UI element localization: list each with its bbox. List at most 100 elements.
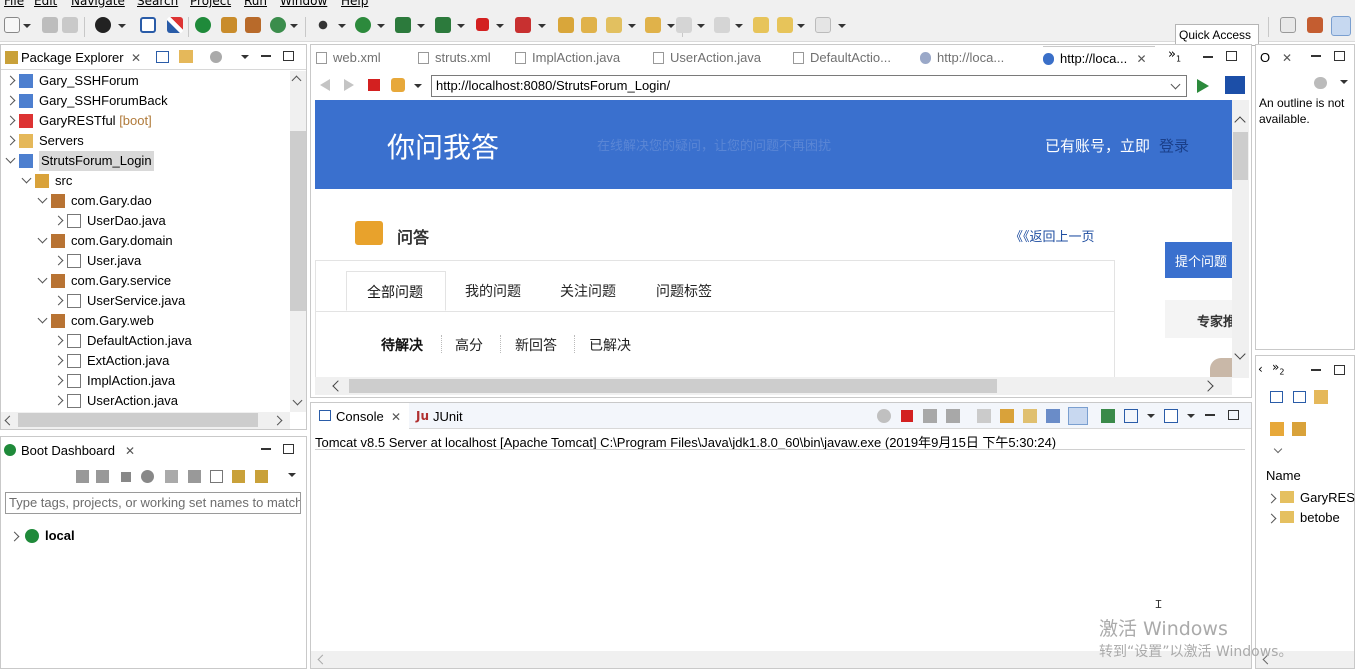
scroll-up-icon[interactable]	[291, 75, 302, 86]
editor-tab[interactable]: http://loca...	[920, 46, 1032, 70]
collapse-icon[interactable]	[21, 173, 32, 184]
expand-icon[interactable]	[5, 115, 16, 126]
debug-icon[interactable]	[315, 17, 331, 33]
stop-dropdown-icon[interactable]	[496, 24, 504, 28]
console-tab[interactable]: Console ✕	[311, 403, 409, 429]
menu-help[interactable]: Help	[341, 0, 368, 8]
vertical-scrollbar[interactable]	[290, 71, 306, 412]
scroll-down-icon[interactable]	[292, 395, 303, 406]
forward-dropdown-icon[interactable]	[838, 24, 846, 28]
next-annotation-dropdown-icon[interactable]	[697, 24, 705, 28]
tree-item[interactable]: GaryRESTful [boot]	[1, 111, 289, 131]
pin-console-icon[interactable]	[1101, 409, 1115, 423]
prev-annotation-dropdown-icon[interactable]	[735, 24, 743, 28]
browser-forward-icon[interactable]	[344, 79, 354, 91]
junit-tab[interactable]: Ju JUnit	[414, 403, 474, 429]
link-editor-icon[interactable]	[179, 50, 193, 63]
display-dropdown-icon[interactable]	[1147, 414, 1155, 418]
expand-icon[interactable]	[53, 295, 64, 306]
back-icon[interactable]	[777, 17, 793, 33]
h-scroll-thumb[interactable]	[18, 413, 258, 427]
expand-icon[interactable]	[53, 215, 64, 226]
expand-icon[interactable]	[1266, 493, 1277, 504]
run-icon[interactable]	[355, 17, 371, 33]
tab-overflow-icon[interactable]: »1	[1168, 47, 1181, 64]
expand-icon[interactable]	[53, 375, 64, 386]
prev-annotation-icon[interactable]	[714, 17, 730, 33]
maximize-icon[interactable]	[283, 444, 294, 454]
tab-followed-questions[interactable]: 关注问题	[560, 281, 616, 301]
scroll-up-icon[interactable]	[1234, 116, 1246, 128]
boot-item-local[interactable]: local	[9, 527, 211, 547]
search-dropdown-icon[interactable]	[628, 24, 636, 28]
task-dropdown-icon[interactable]	[667, 24, 675, 28]
run-external-icon[interactable]	[395, 17, 411, 33]
new-icon[interactable]	[4, 17, 20, 33]
minimize-icon[interactable]	[1311, 55, 1321, 57]
collapse-all-icon[interactable]	[1293, 391, 1306, 403]
quick-access-input[interactable]: Quick Access	[1175, 24, 1259, 46]
expand-icon[interactable]	[53, 255, 64, 266]
minimize-icon[interactable]	[261, 55, 271, 57]
tab-all-questions[interactable]: 全部问题	[346, 271, 446, 311]
tab-my-questions[interactable]: 我的问题	[465, 281, 521, 301]
stop-server-icon[interactable]	[476, 18, 489, 31]
menu-window[interactable]: Window	[280, 0, 327, 8]
tree-item[interactable]: Servers	[1, 131, 289, 151]
run-dropdown-icon[interactable]	[377, 24, 385, 28]
tree-item[interactable]: StrutsForum_Login	[1, 151, 289, 171]
editor-tab[interactable]: web.xml	[316, 46, 412, 70]
login-link[interactable]: 登录	[1159, 135, 1189, 156]
scroll-thumb[interactable]	[1233, 132, 1248, 180]
scroll-left-icon[interactable]	[317, 654, 328, 665]
editor-tab[interactable]: ImplAction.java	[515, 46, 645, 70]
tree-item[interactable]: src	[1, 171, 289, 191]
tree-item[interactable]: UserDao.java	[1, 211, 289, 231]
browser-url-input[interactable]: http://localhost:8080/StrutsForum_Login/	[431, 75, 1187, 97]
tree-item[interactable]: UserService.java	[1, 291, 289, 311]
expand-icon[interactable]	[1266, 513, 1277, 524]
maximize-icon[interactable]	[1228, 410, 1239, 420]
stop-icon[interactable]	[121, 472, 131, 482]
coverage-icon[interactable]	[435, 17, 451, 33]
perspective-icon[interactable]	[95, 17, 111, 33]
view-menu-icon[interactable]	[241, 55, 249, 59]
menu-search[interactable]: Search	[137, 0, 178, 8]
filter-solved[interactable]: 已解决	[589, 335, 631, 355]
save-all-icon[interactable]	[62, 17, 78, 33]
horizontal-scrollbar[interactable]	[1, 412, 290, 429]
menu-file[interactable]: File	[4, 0, 24, 8]
tab-overflow-icon[interactable]: »2	[1272, 360, 1284, 376]
menu-project[interactable]: Project	[190, 0, 231, 8]
expand-icon[interactable]	[53, 355, 64, 366]
scroll-lock-icon[interactable]	[1000, 409, 1014, 423]
package-explorer-tab[interactable]: Package Explorer	[21, 50, 124, 65]
expand-all-icon[interactable]	[1270, 391, 1283, 403]
expand-icon[interactable]	[53, 395, 64, 406]
next-annotation-icon[interactable]	[676, 17, 692, 33]
ask-question-button[interactable]: 提个问题	[1165, 242, 1232, 278]
refresh-icon[interactable]	[270, 17, 286, 33]
minimize-icon[interactable]	[1311, 369, 1321, 371]
back-dropdown-icon[interactable]	[797, 24, 805, 28]
maximize-icon[interactable]	[1226, 51, 1237, 61]
expand-icon[interactable]	[9, 531, 20, 542]
restart-icon[interactable]	[76, 470, 89, 483]
browser-stop-icon[interactable]	[368, 79, 380, 91]
editor-tab[interactable]: DefaultActio...	[793, 46, 911, 70]
close-icon[interactable]: ✕	[1282, 51, 1292, 65]
maximize-icon[interactable]	[283, 51, 294, 61]
maximize-icon[interactable]	[1334, 51, 1345, 61]
browser-v-scrollbar[interactable]	[1232, 100, 1249, 378]
collapse-icon[interactable]	[37, 193, 48, 204]
filter-new-answers[interactable]: 新回答	[515, 335, 557, 355]
open-console-icon[interactable]	[1164, 409, 1178, 423]
open-console-icon[interactable]	[165, 470, 178, 483]
scroll-left-icon[interactable]	[4, 415, 15, 426]
scroll-right-icon[interactable]	[1202, 380, 1214, 392]
search-tool-icon[interactable]	[606, 17, 622, 33]
save-icon[interactable]	[42, 17, 58, 33]
clear-console-icon[interactable]	[977, 409, 991, 423]
coverage-dropdown-icon[interactable]	[457, 24, 465, 28]
focus-task-icon[interactable]	[210, 51, 222, 63]
